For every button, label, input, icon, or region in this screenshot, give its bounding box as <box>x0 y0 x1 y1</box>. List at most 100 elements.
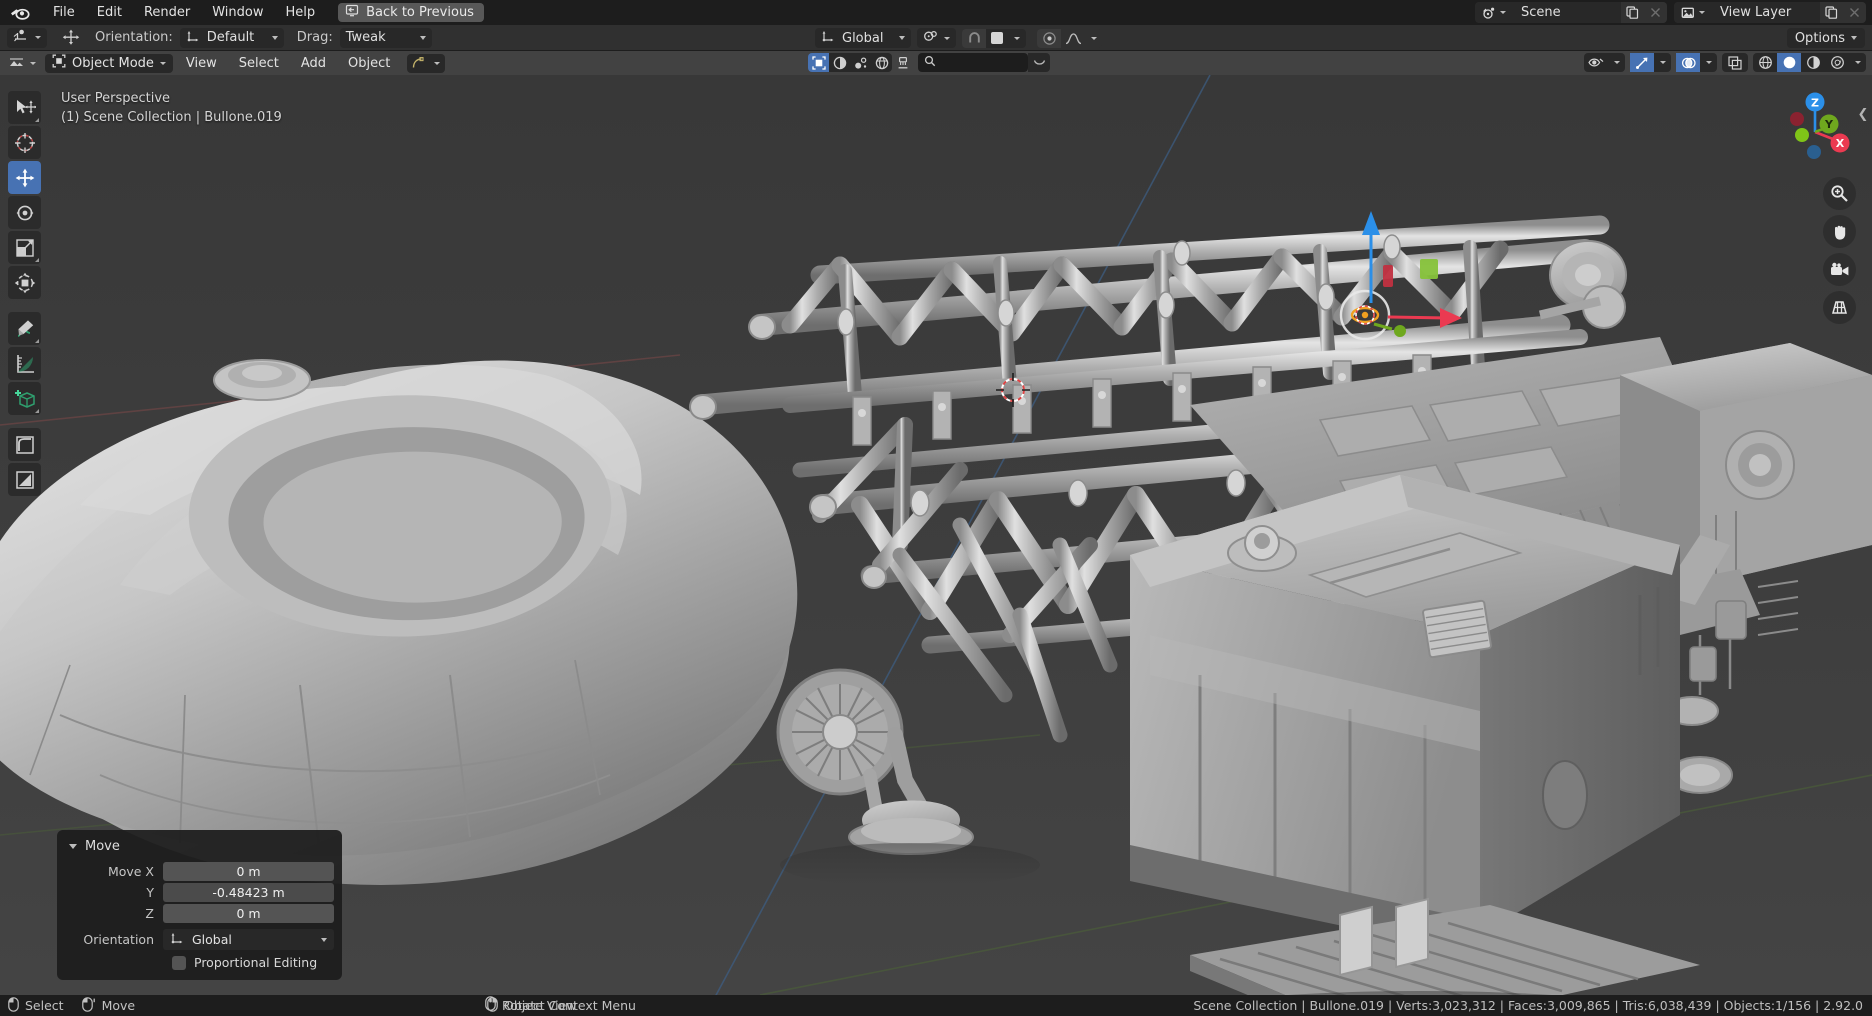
chevron-down-icon[interactable] <box>1700 53 1717 72</box>
toggle-xray-icon[interactable] <box>1722 53 1748 72</box>
chevron-down-icon <box>419 35 426 40</box>
snap-target-swatch[interactable] <box>986 28 1008 48</box>
overlays-dropdown[interactable] <box>1676 53 1717 72</box>
back-to-previous-button[interactable]: Back to Previous <box>338 3 484 22</box>
3d-viewport[interactable]: User Perspective (1) Scene Collection | … <box>0 75 1872 995</box>
viewport-menu-add[interactable]: Add <box>292 54 335 73</box>
drag-dropdown[interactable]: Tweak <box>339 27 432 48</box>
search-chevron[interactable] <box>1028 53 1050 72</box>
proportional-editing-icon[interactable] <box>1037 28 1061 48</box>
move-x-value[interactable]: 0 m <box>163 862 334 881</box>
show-overlays-icon[interactable] <box>1676 53 1700 72</box>
toggle-perspective-icon[interactable] <box>1823 291 1856 324</box>
view-layer-remove-button[interactable] <box>1843 2 1866 23</box>
tool-add-cube[interactable] <box>8 382 41 415</box>
scene-unlink-button[interactable] <box>1644 2 1667 23</box>
shading-sphere-icon[interactable] <box>829 53 850 72</box>
scene-name[interactable]: Scene <box>1511 2 1621 23</box>
tool-annotate[interactable] <box>8 312 41 345</box>
move-y-value[interactable]: -0.48423 m <box>163 883 334 902</box>
navigation-gizmo[interactable]: Z Y X <box>1772 89 1858 175</box>
view-layer-new-button[interactable] <box>1820 2 1843 23</box>
menu-edit[interactable]: Edit <box>86 2 133 24</box>
orientation-dropdown[interactable]: Default <box>179 27 284 48</box>
toolbar-separator <box>8 301 41 310</box>
tool-shear[interactable] <box>8 463 41 496</box>
tool-rotate[interactable] <box>8 196 41 229</box>
viewport-navigation-buttons <box>1823 177 1856 324</box>
select-box-icon[interactable] <box>808 53 829 72</box>
proportional-icon[interactable] <box>850 53 871 72</box>
menu-render[interactable]: Render <box>133 2 201 24</box>
pivot-chevron[interactable] <box>429 53 446 73</box>
scene-icon[interactable] <box>1475 2 1511 23</box>
show-gizmo-icon[interactable] <box>1630 53 1654 72</box>
tool-tweak-select[interactable] <box>8 91 41 124</box>
pan-hand-icon[interactable] <box>1823 215 1856 248</box>
proportional-editing-row[interactable]: Proportional Editing <box>172 955 334 970</box>
viewport-menu-select[interactable]: Select <box>230 54 288 73</box>
view-layer-selector[interactable]: View Layer <box>1674 2 1866 23</box>
tool-scale[interactable] <box>8 231 41 264</box>
tool-cursor[interactable] <box>8 126 41 159</box>
move-z-value[interactable]: 0 m <box>163 904 334 923</box>
tool-transform[interactable] <box>8 266 41 299</box>
menu-window[interactable]: Window <box>201 2 274 24</box>
scene-new-button[interactable] <box>1621 2 1644 23</box>
chevron-down-icon[interactable] <box>1849 53 1866 72</box>
viewport-center-controls <box>808 53 1050 72</box>
menu-help[interactable]: Help <box>275 2 327 24</box>
viewport-menu-view[interactable]: View <box>177 54 226 73</box>
operator-panel-move[interactable]: Move Move X 0 m Y -0.48423 m Z 0 m Orien… <box>57 830 342 980</box>
object-types-visibility-dropdown[interactable] <box>1584 53 1625 72</box>
pivot-point-dropdown[interactable] <box>917 28 956 48</box>
axis-icon <box>170 931 184 948</box>
material-preview-icon[interactable] <box>1801 53 1825 72</box>
brush-icon[interactable] <box>892 53 914 72</box>
svg-text:Z: Z <box>1811 97 1819 110</box>
proportional-editing-label: Proportional Editing <box>194 955 318 970</box>
solid-shading-icon[interactable] <box>1777 53 1801 72</box>
pivot-point-icon[interactable] <box>407 53 430 73</box>
snap-magnet-icon[interactable] <box>962 28 986 48</box>
operator-panel-header[interactable]: Move <box>65 836 334 862</box>
tool-measure[interactable] <box>8 347 41 380</box>
tool-move[interactable] <box>8 161 41 194</box>
snap-target-chevron[interactable] <box>1008 28 1026 48</box>
search-icon <box>924 55 936 71</box>
viewport-menu-object[interactable]: Object <box>339 54 399 73</box>
search-input[interactable] <box>918 53 1028 72</box>
active-tool-selector[interactable] <box>7 27 47 48</box>
svg-text:Y: Y <box>1824 118 1834 131</box>
camera-view-icon[interactable] <box>1823 253 1856 286</box>
editor-type-icon[interactable] <box>6 53 26 73</box>
chevron-down-icon[interactable] <box>1608 53 1625 72</box>
proportional-editing-checkbox[interactable] <box>172 955 186 970</box>
axis-icon <box>186 29 200 47</box>
status-hint-context-menu-label: Object Context Menu <box>504 998 636 1013</box>
view-layer-name[interactable]: View Layer <box>1710 2 1820 23</box>
menu-file[interactable]: File <box>42 2 86 24</box>
view-layer-icon[interactable] <box>1674 2 1710 23</box>
options-dropdown[interactable]: Options <box>1786 28 1865 48</box>
scene-selector[interactable]: Scene <box>1475 2 1667 23</box>
object-types-visibility-icon[interactable] <box>1584 53 1608 72</box>
chevron-down-icon[interactable] <box>1654 53 1671 72</box>
sidebar-collapse-arrow-icon[interactable]: ❮ <box>1856 101 1870 127</box>
wireframe-shading-icon[interactable] <box>1753 53 1777 72</box>
transform-orientation-dropdown[interactable]: Global <box>815 28 911 48</box>
rendered-shading-icon[interactable] <box>1825 53 1849 72</box>
snapping-group <box>962 28 1026 48</box>
blender-logo-icon[interactable] <box>8 4 32 22</box>
gizmos-dropdown[interactable] <box>1630 53 1671 72</box>
smooth-falloff-icon[interactable] <box>1061 28 1085 48</box>
interaction-mode-dropdown[interactable]: Object Mode <box>45 53 173 73</box>
global-icon[interactable] <box>871 53 892 72</box>
orientation-dropdown[interactable]: Global <box>163 929 334 950</box>
status-hint-context-menu: Object Context Menu <box>487 996 636 1015</box>
axis-icon <box>821 29 835 47</box>
transform-gizmo-icon[interactable] <box>54 28 88 48</box>
zoom-icon[interactable] <box>1823 177 1856 210</box>
tool-bevel[interactable] <box>8 428 41 461</box>
falloff-chevron[interactable] <box>1085 28 1102 48</box>
